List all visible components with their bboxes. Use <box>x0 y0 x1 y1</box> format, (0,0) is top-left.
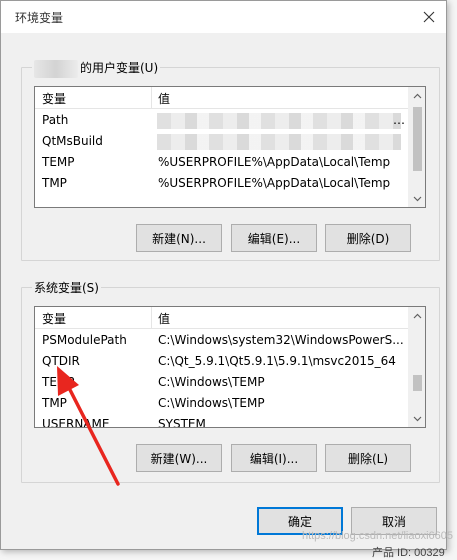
system-variables-list[interactable]: 变量 值 PSModulePath C:\Windows\system32\Wi… <box>34 306 426 428</box>
blurred-value <box>157 134 401 150</box>
header-variable[interactable]: 变量 <box>42 90 66 107</box>
system-delete-button[interactable]: 删除(L) <box>325 444 411 472</box>
scroll-down-arrow[interactable] <box>409 410 425 427</box>
header-value[interactable]: 值 <box>158 310 170 327</box>
scroll-up-arrow[interactable] <box>409 87 425 104</box>
user-variables-group: 的用户变量(U) 变量 值 Path … QtMsBuild TEMP %USE… <box>21 59 440 261</box>
scroll-down-arrow[interactable] <box>409 190 425 207</box>
user-edit-button[interactable]: 编辑(E)... <box>231 224 317 252</box>
system-variables-group: 系统变量(S) 变量 值 PSModulePath C:\Windows\sys… <box>21 279 440 483</box>
table-row[interactable]: TEMP C:\Windows\TEMP <box>35 372 409 393</box>
product-id-text: 产品 ID: 00329 <box>372 547 445 559</box>
chevron-up-icon <box>413 93 422 98</box>
environment-variables-dialog: 环境变量 的用户变量(U) 变量 值 Path … QtMsBuild TEMP… <box>0 0 447 550</box>
scroll-thumb[interactable] <box>413 107 422 171</box>
chevron-down-icon <box>413 196 422 201</box>
scroll-up-arrow[interactable] <box>409 307 425 324</box>
close-icon <box>423 11 435 23</box>
chevron-down-icon <box>413 416 422 421</box>
title-bar: 环境变量 <box>1 1 446 33</box>
blurred-username <box>34 59 78 78</box>
system-new-button[interactable]: 新建(W)... <box>136 444 222 472</box>
table-row[interactable]: TEMP %USERPROFILE%\AppData\Local\Temp <box>35 152 409 173</box>
list-header: 变量 值 <box>35 307 409 329</box>
scroll-thumb[interactable] <box>413 375 422 391</box>
header-variable[interactable]: 变量 <box>42 310 66 327</box>
table-row[interactable]: PSModulePath C:\Windows\system32\Windows… <box>35 330 409 351</box>
vertical-scrollbar[interactable] <box>408 87 425 207</box>
user-variables-label: 的用户变量(U) <box>32 59 161 78</box>
user-new-button[interactable]: 新建(N)... <box>136 224 222 252</box>
blurred-value <box>157 113 401 129</box>
header-value[interactable]: 值 <box>158 90 170 107</box>
table-row[interactable]: QTDIR C:\Qt_5.9.1\Qt5.9.1\5.9.1\msvc2015… <box>35 351 409 372</box>
system-edit-button[interactable]: 编辑(I)... <box>231 444 317 472</box>
watermark-text: https://blog.csdn.net/liaoxi6605 <box>301 530 453 542</box>
user-delete-button[interactable]: 删除(D) <box>325 224 411 252</box>
table-row[interactable]: TMP C:\Windows\TEMP <box>35 393 409 414</box>
dialog-title: 环境变量 <box>15 11 64 25</box>
table-row[interactable]: QtMsBuild <box>35 131 409 152</box>
table-row[interactable]: TMP %USERPROFILE%\AppData\Local\Temp <box>35 173 409 194</box>
user-variables-list[interactable]: 变量 值 Path … QtMsBuild TEMP %USERPROFILE%… <box>34 86 426 208</box>
chevron-up-icon <box>413 313 422 318</box>
system-variables-label: 系统变量(S) <box>32 279 101 296</box>
vertical-scrollbar[interactable] <box>408 307 425 427</box>
table-row[interactable]: USERNAME SYSTEM <box>35 414 409 427</box>
list-header: 变量 值 <box>35 87 409 109</box>
close-button[interactable] <box>412 1 446 33</box>
table-row[interactable]: Path … <box>35 110 409 131</box>
